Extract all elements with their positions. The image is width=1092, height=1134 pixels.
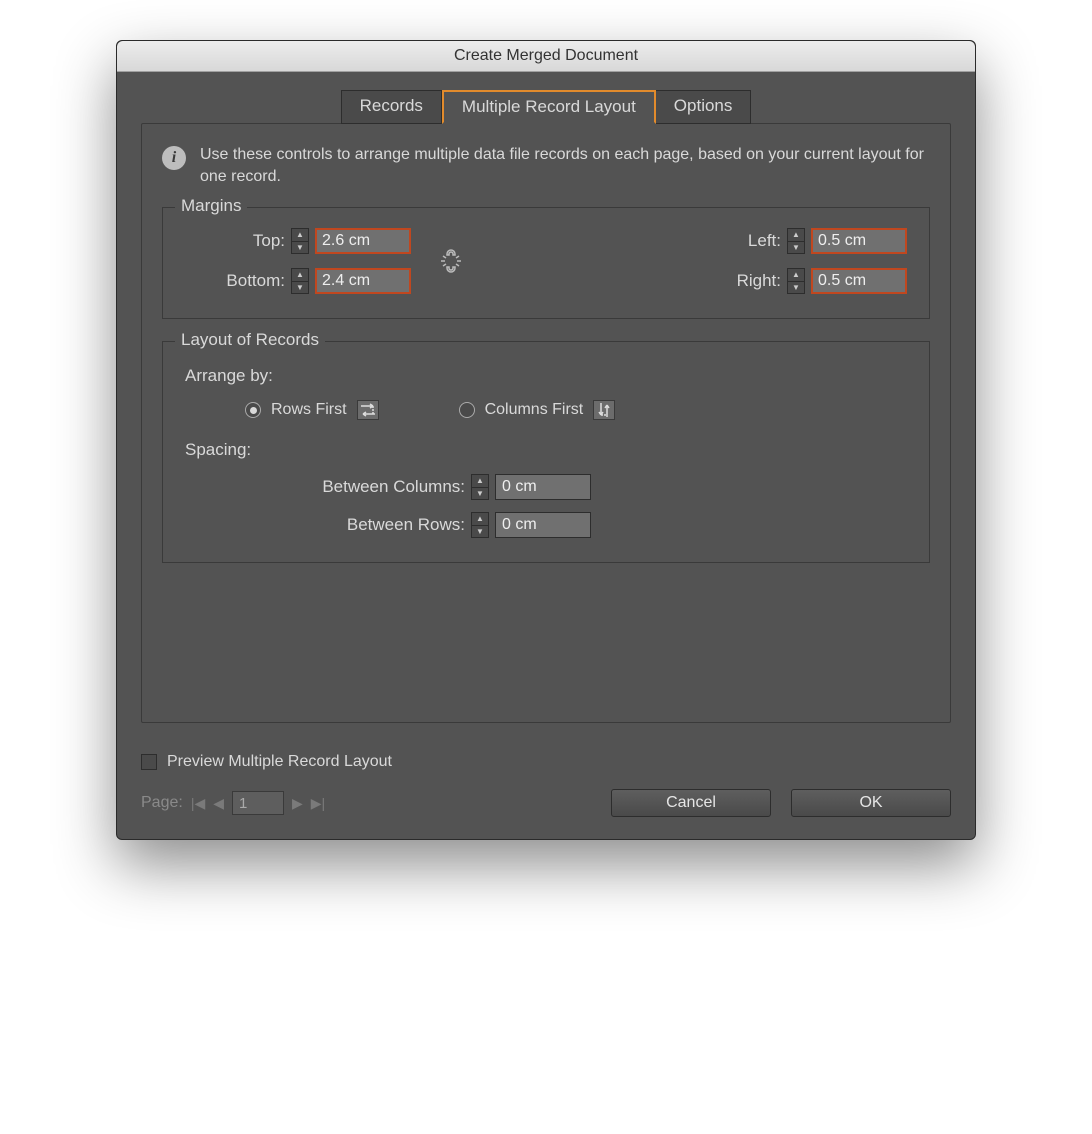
margin-right-stepper[interactable]: ▲▼ <box>787 268 805 294</box>
info-row: i Use these controls to arrange multiple… <box>162 144 930 187</box>
info-text: Use these controls to arrange multiple d… <box>200 144 930 187</box>
tab-records[interactable]: Records <box>341 90 442 124</box>
margin-top-stepper[interactable]: ▲▼ <box>291 228 309 254</box>
pager-next-icon[interactable]: ▶ <box>292 795 303 812</box>
between-rows-label: Between Rows: <box>185 515 465 535</box>
margin-left-input[interactable] <box>811 228 907 254</box>
margins-fieldset: Margins Top: ▲▼ Bottom: ▲▼ <box>162 207 930 319</box>
margin-right-label: Right: <box>711 271 781 291</box>
rows-first-icon <box>357 400 379 420</box>
pager-input[interactable] <box>232 791 284 815</box>
tab-row: Records Multiple Record Layout Options <box>141 90 951 124</box>
between-columns-stepper[interactable]: ▲▼ <box>471 474 489 500</box>
radio-icon <box>245 402 261 418</box>
margin-bottom-input[interactable] <box>315 268 411 294</box>
between-rows-input[interactable] <box>495 512 591 538</box>
between-columns-label: Between Columns: <box>185 477 465 497</box>
ok-button[interactable]: OK <box>791 789 951 817</box>
between-rows-stepper[interactable]: ▲▼ <box>471 512 489 538</box>
arrange-by-label: Arrange by: <box>185 366 907 386</box>
margin-top-label: Top: <box>185 231 285 251</box>
spacing-label: Spacing: <box>185 440 907 460</box>
columns-first-radio[interactable]: Columns First <box>459 400 616 420</box>
preview-checkbox[interactable] <box>141 754 157 770</box>
preview-label: Preview Multiple Record Layout <box>167 753 392 771</box>
dialog-window: Create Merged Document Records Multiple … <box>116 40 976 840</box>
pager-last-icon[interactable]: ▶| <box>311 795 325 812</box>
pager-label: Page: <box>141 794 183 812</box>
pager-prev-icon[interactable]: ◀ <box>213 795 224 812</box>
margin-bottom-label: Bottom: <box>185 271 285 291</box>
layout-records-legend: Layout of Records <box>175 330 325 350</box>
margin-top-input[interactable] <box>315 228 411 254</box>
dialog-body: Records Multiple Record Layout Options i… <box>117 72 975 839</box>
margins-legend: Margins <box>175 196 247 216</box>
link-margins-icon[interactable] <box>431 247 471 275</box>
pager: Page: |◀ ◀ ▶ ▶| <box>141 791 325 815</box>
radio-icon <box>459 402 475 418</box>
info-icon: i <box>162 146 186 170</box>
between-columns-input[interactable] <box>495 474 591 500</box>
tab-options[interactable]: Options <box>656 90 752 124</box>
dialog-title: Create Merged Document <box>117 41 975 72</box>
columns-first-label: Columns First <box>485 401 584 419</box>
rows-first-label: Rows First <box>271 401 347 419</box>
layout-records-fieldset: Layout of Records Arrange by: Rows First <box>162 341 930 563</box>
columns-first-icon <box>593 400 615 420</box>
margin-left-stepper[interactable]: ▲▼ <box>787 228 805 254</box>
margin-bottom-stepper[interactable]: ▲▼ <box>291 268 309 294</box>
pager-first-icon[interactable]: |◀ <box>191 795 205 812</box>
tab-panel: i Use these controls to arrange multiple… <box>141 123 951 723</box>
rows-first-radio[interactable]: Rows First <box>245 400 379 420</box>
cancel-button[interactable]: Cancel <box>611 789 771 817</box>
tab-multiple-record-layout[interactable]: Multiple Record Layout <box>442 90 656 124</box>
margin-right-input[interactable] <box>811 268 907 294</box>
margin-left-label: Left: <box>711 231 781 251</box>
